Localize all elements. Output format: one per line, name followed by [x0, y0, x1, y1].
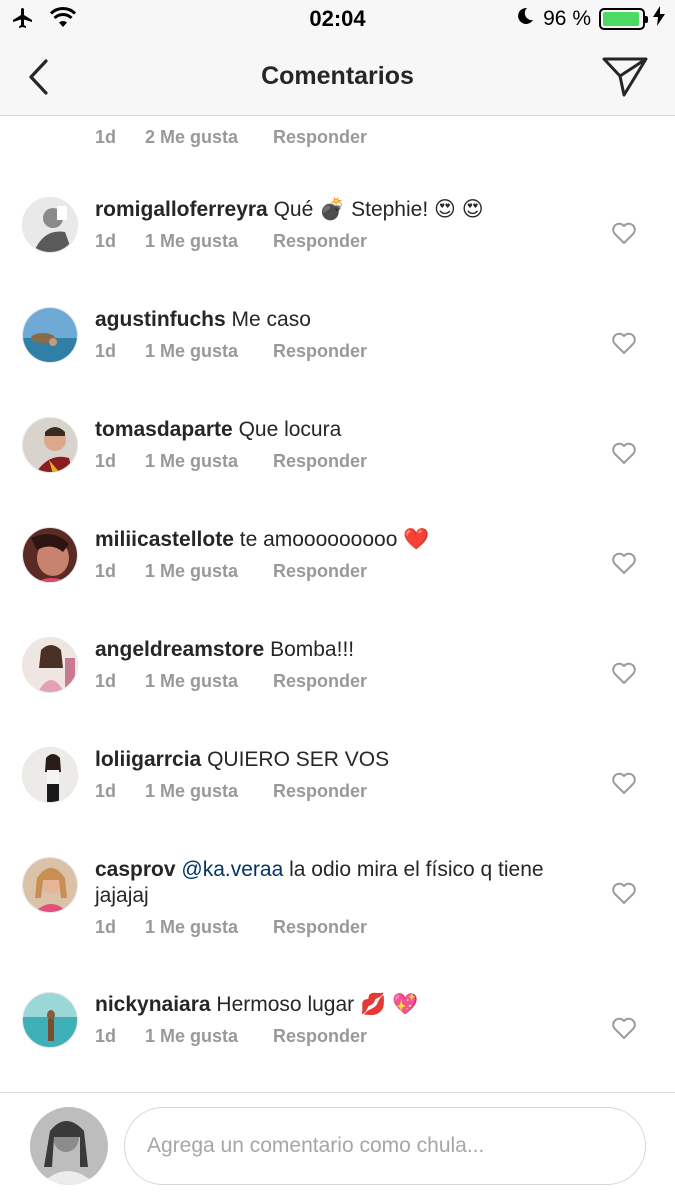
- comments-list[interactable]: 1d 2 Me gusta Responder romigalloferreyr…: [0, 117, 675, 1092]
- comment-mention[interactable]: @ka.veraa: [181, 858, 283, 881]
- reply-button[interactable]: Responder: [273, 127, 367, 148]
- comment-body: romigalloferreyra Qué 💣 Stephie! 😍 😍 1d …: [95, 197, 595, 252]
- avatar[interactable]: [22, 417, 78, 473]
- heart-icon[interactable]: [611, 441, 637, 465]
- moon-icon: [515, 6, 535, 32]
- comment-meta: 1d 1 Me gusta Responder: [95, 671, 595, 692]
- comment-body: tomasdaparte Que locura 1d 1 Me gusta Re…: [95, 417, 595, 472]
- reply-button[interactable]: Responder: [273, 1026, 367, 1047]
- avatar[interactable]: [22, 307, 78, 363]
- comment-meta: 1d 1 Me gusta Responder: [95, 561, 595, 582]
- comment-text-line: angeldreamstore Bomba!!!: [95, 637, 595, 663]
- comment-text-line: loliigarrcia QUIERO SER VOS: [95, 747, 595, 773]
- comment-time: 1d: [95, 231, 117, 251]
- comment-input[interactable]: Agrega un comentario como chula...: [124, 1107, 646, 1185]
- comment-body: angeldreamstore Bomba!!! 1d 1 Me gusta R…: [95, 637, 595, 692]
- comment-text: Bomba!!!: [270, 638, 355, 661]
- comment-username[interactable]: agustinfuchs: [95, 308, 226, 331]
- like-count[interactable]: 2 Me gusta: [145, 127, 273, 148]
- avatar[interactable]: [22, 637, 78, 693]
- comment-text: QUIERO SER VOS: [207, 748, 390, 771]
- comment-meta: 1d 1 Me gusta Responder: [95, 341, 595, 362]
- comment-time: 1d: [95, 127, 117, 147]
- comment-meta: 1d 1 Me gusta Responder: [95, 917, 595, 938]
- comment-time: 1d: [95, 341, 117, 361]
- heart-icon[interactable]: [611, 1016, 637, 1040]
- comment-body: miliicastellote te amooooooooo ❤️ 1d 1 M…: [95, 527, 595, 582]
- comment-text: Que locura: [238, 418, 342, 441]
- avatar[interactable]: [22, 747, 78, 803]
- comment-username[interactable]: loliigarrcia: [95, 748, 201, 771]
- comment-meta: 1d 1 Me gusta Responder: [95, 231, 595, 252]
- like-count[interactable]: 1 Me gusta: [145, 231, 273, 252]
- comment-username[interactable]: casprov: [95, 858, 176, 881]
- avatar[interactable]: [22, 857, 78, 913]
- comment-username[interactable]: romigalloferreyra: [95, 198, 268, 221]
- status-bar: 02:04 96 %: [0, 0, 675, 38]
- reply-button[interactable]: Responder: [273, 671, 367, 692]
- battery-percent: 96 %: [543, 7, 591, 30]
- heart-icon[interactable]: [611, 881, 637, 905]
- reply-button[interactable]: Responder: [273, 781, 367, 802]
- like-count[interactable]: 1 Me gusta: [145, 1026, 273, 1047]
- battery-fill: [603, 12, 640, 26]
- heart-icon[interactable]: [611, 771, 637, 795]
- comment-body: agustinfuchs Me caso 1d 1 Me gusta Respo…: [95, 307, 595, 362]
- charging-icon: [653, 6, 665, 32]
- like-count[interactable]: 1 Me gusta: [145, 671, 273, 692]
- comment-text: te amooooooooo ❤️: [239, 528, 430, 551]
- comment-time: 1d: [95, 781, 117, 801]
- comment-username[interactable]: tomasdaparte: [95, 418, 233, 441]
- comment-time: 1d: [95, 451, 117, 471]
- heart-icon[interactable]: [611, 331, 637, 355]
- heart-icon[interactable]: [611, 661, 637, 685]
- previous-comment-meta: 1d 2 Me gusta Responder: [95, 127, 367, 148]
- like-count[interactable]: 1 Me gusta: [145, 917, 273, 938]
- comment-body: casprov @ka.veraa la odio mira el físico…: [95, 857, 595, 938]
- comment-body: loliigarrcia QUIERO SER VOS 1d 1 Me gust…: [95, 747, 595, 802]
- comment-time: 1d: [95, 1026, 117, 1046]
- comment-text-line: romigalloferreyra Qué 💣 Stephie! 😍 😍: [95, 197, 595, 223]
- comment-time: 1d: [95, 917, 117, 937]
- battery-icon: [599, 8, 648, 30]
- reply-button[interactable]: Responder: [273, 231, 367, 252]
- avatar[interactable]: [22, 992, 78, 1048]
- comment-username[interactable]: angeldreamstore: [95, 638, 264, 661]
- comment-meta: 1d 1 Me gusta Responder: [95, 1026, 595, 1047]
- comment-text-line: tomasdaparte Que locura: [95, 417, 595, 443]
- comment-body: nickynaiara Hermoso lugar 💋 💖 1d 1 Me gu…: [95, 992, 595, 1047]
- comment-text: Qué 💣 Stephie! 😍 😍: [273, 198, 484, 221]
- comment-meta: 1d 1 Me gusta Responder: [95, 451, 595, 472]
- reply-button[interactable]: Responder: [273, 917, 367, 938]
- avatar: [30, 1107, 108, 1185]
- comment-time: 1d: [95, 671, 117, 691]
- comment-composer: Agrega un comentario como chula...: [0, 1092, 675, 1200]
- status-right: 96 %: [515, 6, 665, 32]
- reply-button[interactable]: Responder: [273, 561, 367, 582]
- heart-icon[interactable]: [611, 221, 637, 245]
- heart-icon[interactable]: [611, 551, 637, 575]
- comment-username[interactable]: miliicastellote: [95, 528, 234, 551]
- nav-header: Comentarios: [0, 38, 675, 116]
- reply-button[interactable]: Responder: [273, 451, 367, 472]
- comment-username[interactable]: nickynaiara: [95, 993, 211, 1016]
- like-count[interactable]: 1 Me gusta: [145, 781, 273, 802]
- comment-text-line: casprov @ka.veraa la odio mira el físico…: [95, 857, 595, 909]
- comment-text-line: nickynaiara Hermoso lugar 💋 💖: [95, 992, 595, 1018]
- comment-text: Hermoso lugar 💋 💖: [216, 993, 419, 1016]
- avatar[interactable]: [22, 527, 78, 583]
- like-count[interactable]: 1 Me gusta: [145, 341, 273, 362]
- comment-text: Me caso: [231, 308, 311, 331]
- like-count[interactable]: 1 Me gusta: [145, 451, 273, 472]
- comment-text-line: agustinfuchs Me caso: [95, 307, 595, 333]
- direct-send-button[interactable]: [601, 54, 649, 100]
- reply-button[interactable]: Responder: [273, 341, 367, 362]
- page-title: Comentarios: [261, 62, 414, 90]
- comment-meta: 1d 1 Me gusta Responder: [95, 781, 595, 802]
- comment-time: 1d: [95, 561, 117, 581]
- avatar[interactable]: [22, 197, 78, 253]
- paper-plane-icon: [602, 57, 648, 97]
- like-count[interactable]: 1 Me gusta: [145, 561, 273, 582]
- comment-text-line: miliicastellote te amooooooooo ❤️: [95, 527, 595, 553]
